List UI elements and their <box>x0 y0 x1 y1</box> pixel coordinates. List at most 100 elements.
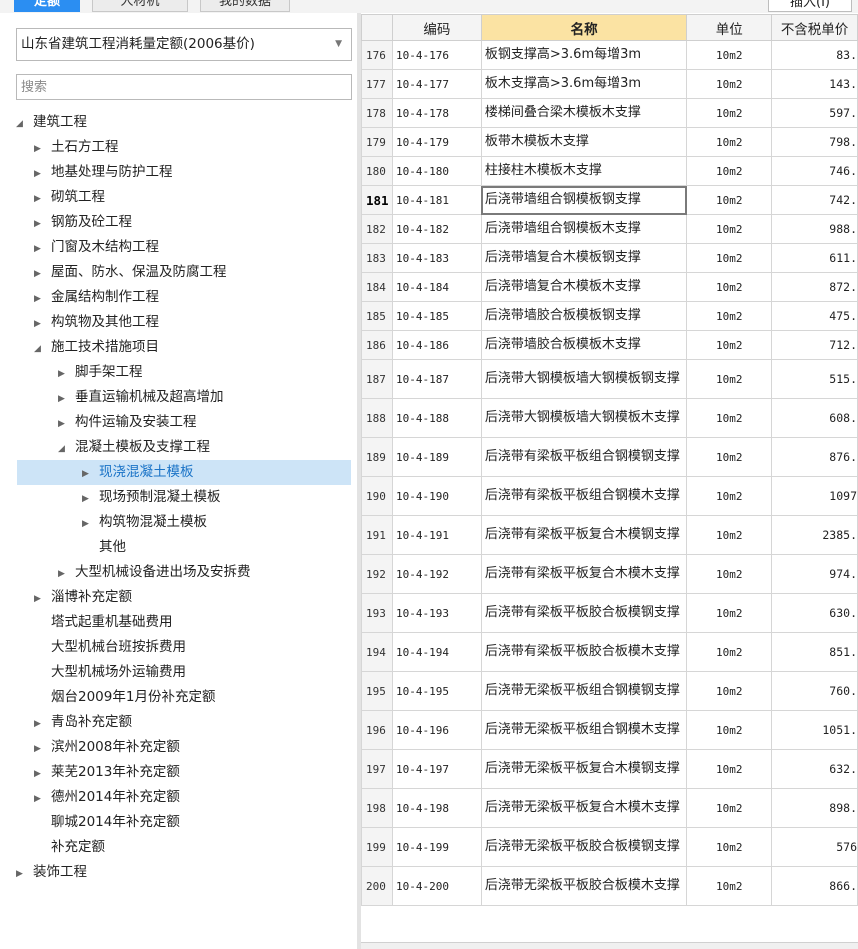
collapsed-arrow-icon[interactable]: ▶ <box>34 762 51 787</box>
tree-node[interactable]: ▶ 屋面、防水、保温及防腐工程 <box>34 260 227 285</box>
table-row[interactable]: 186 10-4-186 后浇带墙胶合板模板木支撑 10m2 712. <box>361 330 858 360</box>
price-cell[interactable]: 608. <box>771 398 858 438</box>
table-row[interactable]: 180 10-4-180 柱接柱木模板木支撑 10m2 746. <box>361 156 858 186</box>
name-cell[interactable]: 后浇带无梁板平板胶合板模钢支撑 <box>480 827 688 867</box>
collapsed-arrow-icon[interactable]: ▶ <box>16 862 33 887</box>
code-cell[interactable]: 10-4-198 <box>391 788 482 828</box>
tree-node[interactable]: 大型机械场外运输费用 <box>34 660 186 685</box>
collapsed-arrow-icon[interactable]: ▶ <box>34 187 51 212</box>
table-row[interactable]: 187 10-4-187 后浇带大钢模板墙大钢模板钢支撑 10m2 515. <box>361 359 858 399</box>
collapsed-arrow-icon[interactable]: ▶ <box>34 312 51 337</box>
row-number-cell[interactable]: 183 <box>361 243 393 273</box>
table-row[interactable]: 198 10-4-198 后浇带无梁板平板复合木模木支撑 10m2 898. <box>361 788 858 828</box>
name-cell[interactable]: 后浇带墙组合钢模板木支撑 <box>480 214 688 244</box>
name-cell[interactable]: 柱接柱木模板木支撑 <box>480 156 688 186</box>
name-cell[interactable]: 后浇带墙胶合板模板钢支撑 <box>480 301 688 331</box>
price-cell[interactable]: 760. <box>771 671 858 711</box>
header-code[interactable]: 编码 <box>391 14 482 41</box>
price-cell[interactable]: 475. <box>771 301 858 331</box>
collapsed-arrow-icon[interactable]: ▶ <box>82 512 99 537</box>
unit-cell[interactable]: 10m2 <box>686 515 773 555</box>
header-unit[interactable]: 单位 <box>686 14 773 41</box>
table-row[interactable]: 197 10-4-197 后浇带无梁板平板复合木模钢支撑 10m2 632. <box>361 749 858 789</box>
name-cell[interactable]: 后浇带有梁板平板组合钢模木支撑 <box>480 476 688 516</box>
collapsed-arrow-icon[interactable]: ▶ <box>34 737 51 762</box>
expanded-arrow-icon[interactable]: ◢ <box>34 337 51 362</box>
price-cell[interactable]: 83. <box>771 40 858 70</box>
code-cell[interactable]: 10-4-186 <box>391 330 482 360</box>
unit-cell[interactable]: 10m2 <box>686 866 773 906</box>
row-number-cell[interactable]: 178 <box>361 98 393 128</box>
unit-cell[interactable]: 10m2 <box>686 593 773 633</box>
collapsed-arrow-icon[interactable]: ▶ <box>34 262 51 287</box>
search-input[interactable] <box>16 74 352 100</box>
name-cell[interactable]: 后浇带墙复合木模板钢支撑 <box>480 243 688 273</box>
tree-node[interactable]: ▶ 滨州2008年补充定额 <box>34 735 180 760</box>
row-number-cell[interactable]: 189 <box>361 437 393 477</box>
name-cell[interactable]: 后浇带有梁板平板组合钢模钢支撑 <box>480 437 688 477</box>
insert-button[interactable]: 插入(I) <box>768 0 852 12</box>
header-name[interactable]: 名称 <box>480 14 688 41</box>
row-number-cell[interactable]: 198 <box>361 788 393 828</box>
row-number-cell[interactable]: 184 <box>361 272 393 302</box>
row-number-cell[interactable]: 185 <box>361 301 393 331</box>
price-cell[interactable]: 988. <box>771 214 858 244</box>
tree-node[interactable]: ▶ 土石方工程 <box>34 135 119 160</box>
name-cell[interactable]: 后浇带有梁板平板复合木模木支撑 <box>480 554 688 594</box>
table-row[interactable]: 184 10-4-184 后浇带墙复合木模板木支撑 10m2 872. <box>361 272 858 302</box>
expanded-arrow-icon[interactable]: ◢ <box>16 112 33 137</box>
table-row[interactable]: 194 10-4-194 后浇带有梁板平板胶合板模木支撑 10m2 851. <box>361 632 858 672</box>
collapsed-arrow-icon[interactable]: ▶ <box>58 412 75 437</box>
unit-cell[interactable]: 10m2 <box>686 214 773 244</box>
code-cell[interactable]: 10-4-194 <box>391 632 482 672</box>
code-cell[interactable]: 10-4-191 <box>391 515 482 555</box>
code-cell[interactable]: 10-4-182 <box>391 214 482 244</box>
horizontal-scrollbar[interactable] <box>361 942 858 949</box>
table-row[interactable]: 182 10-4-182 后浇带墙组合钢模板木支撑 10m2 988. <box>361 214 858 244</box>
table-row[interactable]: 190 10-4-190 后浇带有梁板平板组合钢模木支撑 10m2 1097 <box>361 476 858 516</box>
tab-my-data[interactable]: 我的数据 <box>200 0 290 12</box>
name-cell[interactable]: 后浇带有梁板平板胶合板模钢支撑 <box>480 593 688 633</box>
price-cell[interactable]: 866. <box>771 866 858 906</box>
tree-node[interactable]: ▶ 构筑物及其他工程 <box>34 310 159 335</box>
name-cell[interactable]: 后浇带有梁板平板复合木模钢支撑 <box>480 515 688 555</box>
unit-cell[interactable]: 10m2 <box>686 156 773 186</box>
price-cell[interactable]: 515. <box>771 359 858 399</box>
collapsed-arrow-icon[interactable]: ▶ <box>34 162 51 187</box>
table-row[interactable]: 189 10-4-189 后浇带有梁板平板组合钢模钢支撑 10m2 876. <box>361 437 858 477</box>
code-cell[interactable]: 10-4-195 <box>391 671 482 711</box>
code-cell[interactable]: 10-4-189 <box>391 437 482 477</box>
tree-node[interactable]: ▶ 现场预制混凝土模板 <box>82 485 221 510</box>
tab-labor-material-machine[interactable]: 人材机 <box>92 0 188 12</box>
unit-cell[interactable]: 10m2 <box>686 185 773 215</box>
row-number-cell[interactable]: 192 <box>361 554 393 594</box>
table-row[interactable]: 183 10-4-183 后浇带墙复合木模板钢支撑 10m2 611. <box>361 243 858 273</box>
name-cell[interactable]: 后浇带墙胶合板模板木支撑 <box>480 330 688 360</box>
code-cell[interactable]: 10-4-200 <box>391 866 482 906</box>
unit-cell[interactable]: 10m2 <box>686 632 773 672</box>
code-cell[interactable]: 10-4-193 <box>391 593 482 633</box>
code-cell[interactable]: 10-4-192 <box>391 554 482 594</box>
collapsed-arrow-icon[interactable]: ▶ <box>34 587 51 612</box>
code-cell[interactable]: 10-4-183 <box>391 243 482 273</box>
name-cell[interactable]: 板带木模板木支撑 <box>480 127 688 157</box>
collapsed-arrow-icon[interactable]: ▶ <box>58 387 75 412</box>
row-number-cell[interactable]: 187 <box>361 359 393 399</box>
header-rownum[interactable] <box>361 14 393 41</box>
tree-node[interactable]: 补充定额 <box>34 835 105 860</box>
collapsed-arrow-icon[interactable]: ▶ <box>82 487 99 512</box>
row-number-cell[interactable]: 181 <box>361 185 393 215</box>
quota-library-select[interactable]: 山东省建筑工程消耗量定额(2006基价) ▼ <box>16 28 352 61</box>
unit-cell[interactable]: 10m2 <box>686 710 773 750</box>
row-number-cell[interactable]: 194 <box>361 632 393 672</box>
tree-node[interactable]: ▶ 门窗及木结构工程 <box>34 235 159 260</box>
price-cell[interactable]: 742. <box>771 185 858 215</box>
row-number-cell[interactable]: 180 <box>361 156 393 186</box>
tree-node[interactable]: ▶ 德州2014年补充定额 <box>34 785 180 810</box>
price-cell[interactable]: 876. <box>771 437 858 477</box>
unit-cell[interactable]: 10m2 <box>686 40 773 70</box>
tree-node[interactable]: ▶ 构筑物混凝土模板 <box>82 510 207 535</box>
tree-node[interactable]: ◢ 混凝土模板及支撑工程 <box>58 435 210 460</box>
tree-node[interactable]: ◢ 施工技术措施项目 <box>34 335 159 360</box>
code-cell[interactable]: 10-4-179 <box>391 127 482 157</box>
